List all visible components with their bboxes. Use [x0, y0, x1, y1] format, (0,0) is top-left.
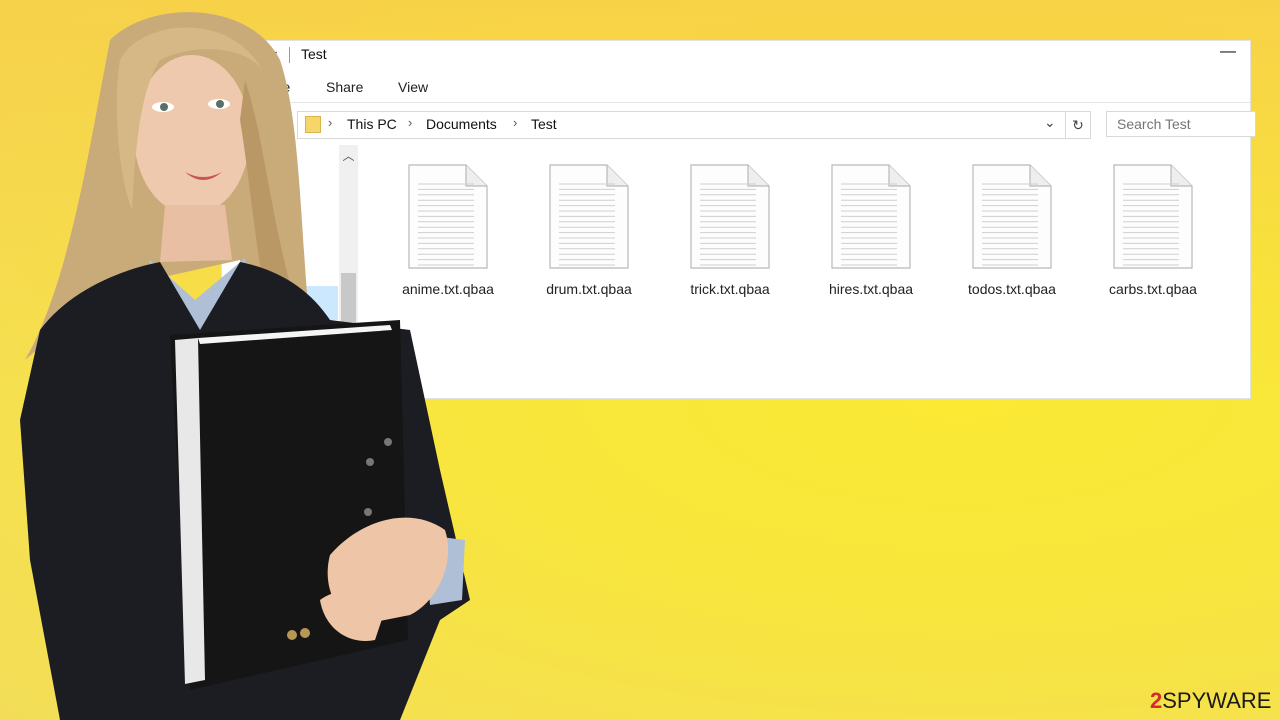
text-document-icon	[690, 164, 770, 269]
file-name: trick.txt.qbaa	[690, 281, 770, 297]
chevron-down-icon[interactable]: ⌄	[1044, 114, 1056, 131]
text-document-icon	[1113, 164, 1193, 269]
breadcrumb-documents[interactable]: Documents	[426, 116, 497, 132]
file-item[interactable]: todos.txt.qbaa	[947, 164, 1077, 314]
logo-text: 2SPYWARE	[1150, 688, 1272, 713]
nav-pane-item[interactable]: ive	[260, 165, 278, 181]
tab-share[interactable]: Share	[326, 79, 363, 95]
title-separator	[289, 47, 290, 63]
tab-view[interactable]: View	[398, 79, 428, 95]
scroll-thumb[interactable]	[341, 273, 356, 397]
folder-icon	[246, 48, 264, 65]
text-document-icon	[408, 164, 488, 269]
text-document-icon	[831, 164, 911, 269]
file-name: todos.txt.qbaa	[968, 281, 1056, 297]
chevron-right-icon: ›	[408, 115, 413, 130]
file-item[interactable]: drum.txt.qbaa	[524, 164, 654, 314]
file-explorer-window: ▾ Test — Home Share View ↑ › This PC › D…	[222, 41, 1256, 398]
window-title: Test	[301, 46, 327, 62]
chevron-right-icon: ›	[328, 115, 333, 130]
file-name: drum.txt.qbaa	[546, 281, 632, 297]
file-item[interactable]: trick.txt.qbaa	[665, 164, 795, 314]
chevron-right-icon: ›	[513, 115, 518, 130]
nav-pane-scrollbar[interactable]: ︿	[339, 145, 358, 397]
tab-home[interactable]: Home	[253, 79, 290, 95]
search-input[interactable]	[1106, 111, 1256, 137]
quick-access-dropdown-icon[interactable]: ▾	[271, 47, 277, 61]
file-name: carbs.txt.qbaa	[1109, 281, 1197, 297]
file-item[interactable]: hires.txt.qbaa	[806, 164, 936, 314]
text-document-icon	[549, 164, 629, 269]
nav-pane-selected-item[interactable]	[300, 286, 338, 320]
breadcrumb-this-pc[interactable]: This PC	[347, 116, 397, 132]
folder-icon	[305, 116, 321, 133]
file-item[interactable]: carbs.txt.qbaa	[1088, 164, 1218, 314]
text-document-icon	[972, 164, 1052, 269]
refresh-icon[interactable]: ↻	[1065, 112, 1090, 138]
ribbon-tabs: Home Share View	[222, 77, 1250, 99]
title-bar: ▾ Test —	[222, 41, 1250, 69]
nav-pane-item[interactable]: nts	[286, 265, 305, 281]
scroll-up-arrow-icon[interactable]: ︿	[339, 147, 358, 164]
breadcrumb-test[interactable]: Test	[531, 116, 557, 132]
file-item[interactable]: anime.txt.qbaa	[383, 164, 513, 314]
minimize-button[interactable]: —	[1220, 43, 1236, 61]
file-name: anime.txt.qbaa	[402, 281, 494, 297]
site-logo: 2SPYWARE	[1150, 688, 1271, 714]
address-bar[interactable]: › This PC › Documents › Test ⌄ ↻	[297, 111, 1091, 139]
ribbon-divider	[222, 102, 1250, 103]
up-arrow-icon[interactable]: ↑	[270, 113, 279, 134]
file-name: hires.txt.qbaa	[828, 281, 914, 297]
